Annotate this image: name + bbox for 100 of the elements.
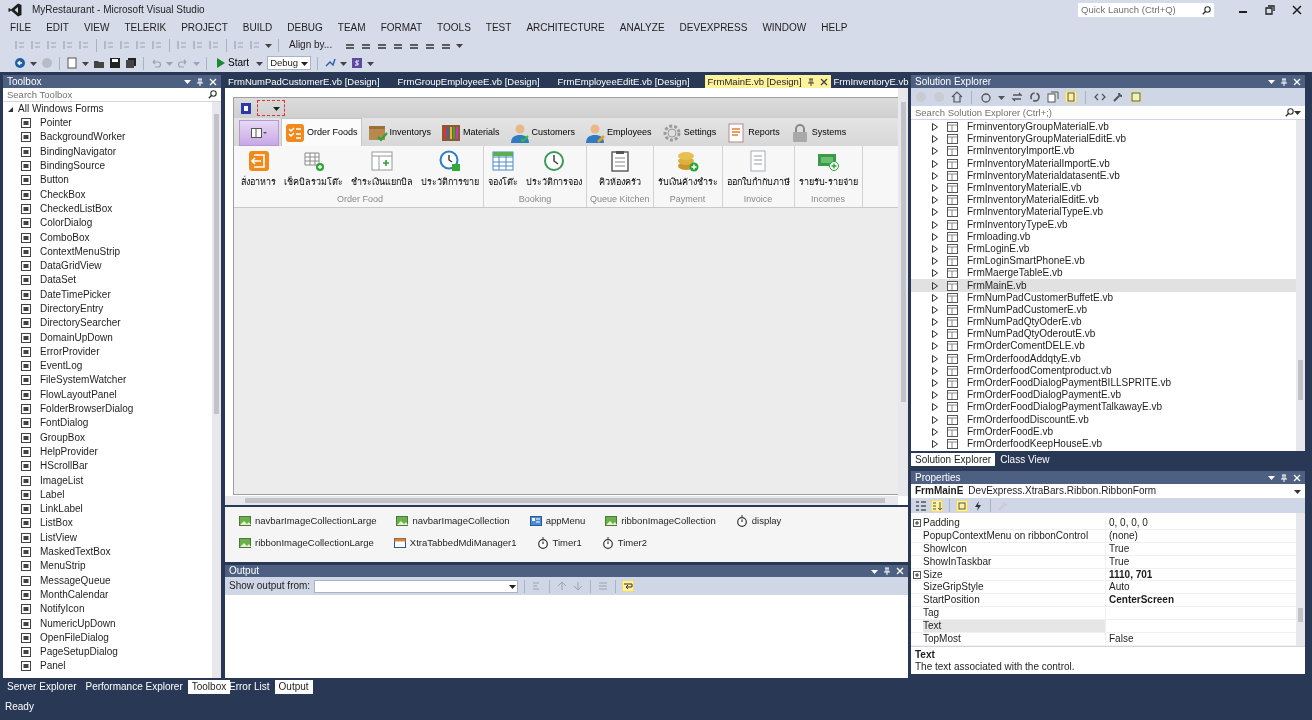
dropdown-icon[interactable] bbox=[456, 41, 464, 49]
property-row[interactable]: StartPosition CenterScreen bbox=[911, 594, 1296, 608]
object-selector[interactable]: FrmMainE DevExpress.XtraBars.Ribbon.RibbonForm bbox=[911, 484, 1305, 498]
property-row[interactable]: TopMost False bbox=[911, 633, 1296, 646]
menu-item[interactable]: TEST bbox=[483, 22, 514, 34]
document-tab[interactable]: FrmEmployeeEditE.vb [Design] bbox=[554, 75, 693, 88]
expand-icon[interactable] bbox=[932, 354, 938, 363]
expand-icon[interactable] bbox=[932, 244, 938, 253]
tree-item[interactable]: FrmOrderFoodDialogPaymentE.vb bbox=[967, 389, 1121, 402]
attach-icon[interactable] bbox=[324, 57, 337, 69]
menu-item[interactable]: ARCHITECTURE bbox=[524, 22, 607, 34]
dropdown-icon[interactable] bbox=[82, 59, 89, 67]
control-list-item[interactable]: ContextMenuStrip bbox=[40, 245, 121, 258]
expand-icon[interactable] bbox=[932, 439, 938, 448]
control-list-item[interactable]: LinkLabel bbox=[40, 503, 83, 516]
component-label[interactable]: Timer1 bbox=[552, 537, 582, 549]
ribbon-button[interactable]: ประวัติการจอง bbox=[522, 150, 586, 194]
document-tab[interactable]: FrmMainE.vb [Design] bbox=[704, 75, 831, 88]
expand-icon[interactable] bbox=[7, 105, 14, 113]
property-value[interactable]: (none) bbox=[1106, 529, 1296, 542]
component-label[interactable]: Timer2 bbox=[617, 537, 647, 549]
dropdown-icon[interactable] bbox=[1294, 487, 1301, 495]
tree-item[interactable]: Frmloading.vb bbox=[967, 230, 1031, 243]
property-name[interactable]: Padding bbox=[923, 517, 1106, 529]
control-list-item[interactable]: NumericUpDown bbox=[40, 617, 116, 630]
control-list-item[interactable]: BindingSource bbox=[40, 160, 106, 173]
tree-item[interactable]: FrmInventoryMaterialImportE.vb bbox=[967, 157, 1110, 170]
ribbon-tab[interactable]: Settings bbox=[657, 118, 721, 146]
expand-icon[interactable] bbox=[932, 305, 938, 314]
control-list-item[interactable]: Pointer bbox=[40, 117, 72, 130]
property-value[interactable]: CenterScreen bbox=[1106, 594, 1296, 607]
vertical-scrollbar[interactable] bbox=[1296, 513, 1305, 646]
wrench-icon[interactable] bbox=[1112, 91, 1124, 103]
tree-item[interactable]: FrmOrderFoodDialogPaymentTalkawayE.vb bbox=[967, 401, 1163, 414]
control-list-item[interactable]: DataSet bbox=[40, 274, 77, 287]
control-list-item[interactable]: GroupBox bbox=[40, 431, 86, 444]
ribbon-tab[interactable]: Reports bbox=[722, 118, 784, 146]
ribbon-button[interactable]: จองโต๊ะ bbox=[484, 150, 522, 194]
ribbon-button[interactable]: ออกใบกำกับภาษี bbox=[722, 150, 794, 194]
search-icon[interactable] bbox=[1202, 5, 1211, 15]
ribbon-button[interactable]: ชำระเงินแยกบิล bbox=[347, 150, 417, 194]
control-list-item[interactable]: FontDialog bbox=[40, 417, 89, 430]
dock-tab[interactable]: Output bbox=[274, 680, 313, 694]
tree-item[interactable]: FrmOrderComentDELE.vb bbox=[967, 340, 1085, 353]
tree-item[interactable]: FrminventoryGroupMaterialE.vb bbox=[967, 121, 1109, 134]
control-list-item[interactable]: EventLog bbox=[40, 360, 83, 373]
control-list-item[interactable]: CheckBox bbox=[40, 188, 86, 201]
control-list-item[interactable]: CheckedListBox bbox=[40, 202, 113, 215]
tree-item[interactable]: FrmNumPadCustomerE.vb bbox=[967, 303, 1088, 316]
tree-item[interactable]: FrmNumPadQtyOderE.vb bbox=[967, 316, 1082, 329]
property-value[interactable]: True bbox=[1106, 555, 1296, 568]
document-tab[interactable]: FrmInventoryE.vb bbox=[830, 75, 912, 88]
search-icon[interactable] bbox=[1285, 108, 1294, 117]
dropdown-icon[interactable] bbox=[1268, 78, 1275, 85]
component-label[interactable]: navbarImageCollectionLarge bbox=[255, 515, 377, 527]
control-list-item[interactable]: FileSystemWatcher bbox=[40, 374, 127, 387]
component-label[interactable]: navbarImageCollection bbox=[412, 515, 510, 527]
toolbox-group[interactable]: All Windows Forms bbox=[18, 103, 104, 115]
quick-launch-box[interactable]: Quick Launch (Ctrl+Q) bbox=[1078, 3, 1214, 17]
control-list-item[interactable]: BackgroundWorker bbox=[40, 131, 126, 144]
control-list-item[interactable]: FolderBrowserDialog bbox=[40, 403, 134, 416]
property-row[interactable]: Text bbox=[911, 620, 1296, 633]
expand-icon[interactable] bbox=[932, 196, 938, 205]
property-value[interactable]: False bbox=[1106, 632, 1296, 645]
ribbon-button[interactable]: รับเงินค้างชำระ bbox=[653, 150, 722, 194]
expand-icon[interactable] bbox=[932, 342, 938, 351]
expand-icon[interactable] bbox=[932, 147, 938, 156]
vertical-scrollbar[interactable] bbox=[212, 102, 221, 678]
control-list-item[interactable]: FlowLayoutPanel bbox=[40, 388, 117, 401]
history-icon[interactable] bbox=[980, 91, 992, 103]
tree-item[interactable]: FrmMainE.vb bbox=[967, 279, 1027, 292]
control-list-item[interactable]: MenuStrip bbox=[40, 560, 86, 573]
component-label[interactable]: display bbox=[751, 515, 782, 527]
menu-item[interactable]: DEBUG bbox=[285, 22, 325, 34]
tree-item[interactable]: FrmOrderfoodKeepHouseE.vb bbox=[967, 437, 1103, 450]
alphabetical-icon[interactable] bbox=[931, 499, 943, 512]
property-value[interactable]: True bbox=[1106, 542, 1296, 555]
control-list-item[interactable]: Button bbox=[40, 174, 69, 187]
tree-item[interactable]: FrmInventoryMaterialEditE.vb bbox=[967, 194, 1099, 207]
ribbon-button[interactable]: รายรับ-รายจ่าย bbox=[794, 150, 862, 194]
control-list-item[interactable]: HScrollBar bbox=[40, 460, 88, 473]
menu-item[interactable]: TOOLS bbox=[435, 22, 473, 34]
expand-icon[interactable] bbox=[932, 293, 938, 302]
tree-item[interactable]: FrmInventoryMaterialE.vb bbox=[967, 182, 1082, 195]
expand-icon[interactable] bbox=[932, 415, 938, 424]
tree-item[interactable]: FrmNumPadQtyOderoutE.vb bbox=[967, 328, 1096, 341]
expand-icon[interactable] bbox=[932, 318, 938, 327]
control-list-item[interactable]: Panel bbox=[40, 660, 66, 673]
home-icon[interactable] bbox=[951, 91, 963, 103]
events-icon[interactable] bbox=[972, 499, 984, 512]
menu-item[interactable]: VIEW bbox=[81, 22, 112, 34]
ribbon-tab[interactable]: Materials bbox=[437, 118, 504, 146]
start-button[interactable]: Start bbox=[213, 57, 253, 69]
menu-item[interactable]: TELERIK bbox=[122, 22, 169, 34]
ribbon-button[interactable]: คิวห้องครัว bbox=[594, 150, 645, 194]
menu-item[interactable]: FORMAT bbox=[378, 22, 425, 34]
property-value[interactable]: 1110, 701 bbox=[1106, 568, 1296, 581]
close-icon[interactable] bbox=[819, 77, 828, 86]
expand-icon[interactable] bbox=[932, 379, 938, 388]
control-list-item[interactable]: MessageQueue bbox=[40, 574, 111, 587]
